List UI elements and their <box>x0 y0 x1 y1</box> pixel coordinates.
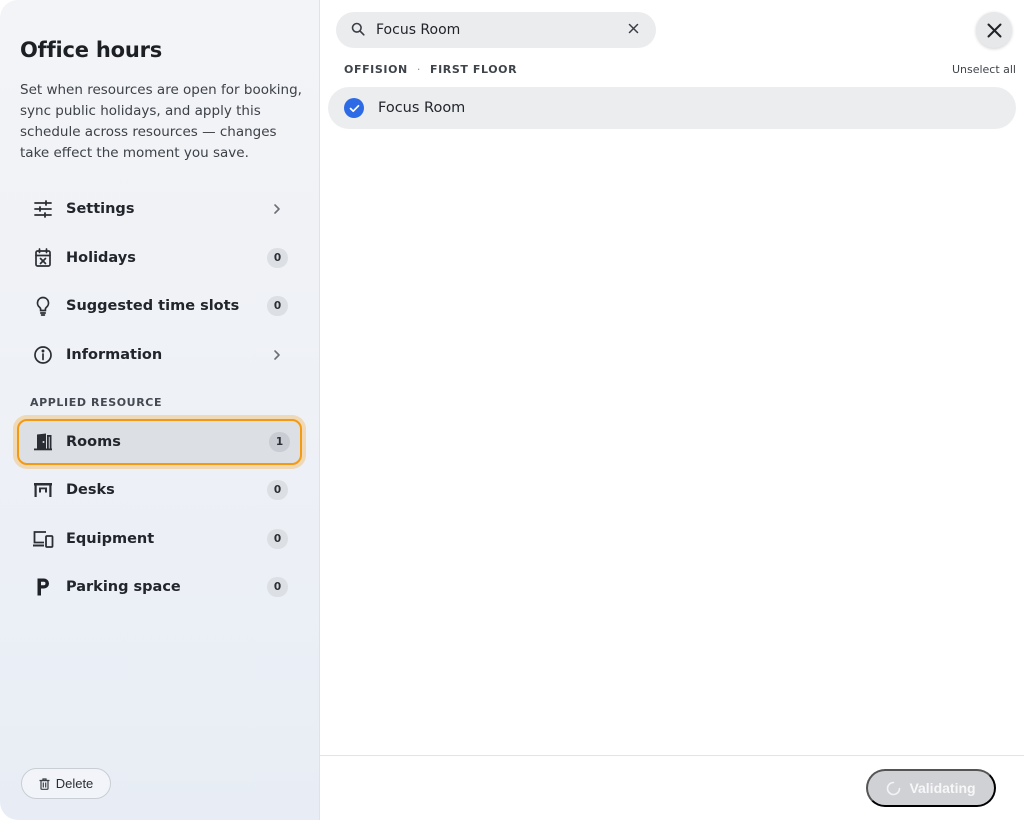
resource-picker-panel: OFFISION · FIRST FLOOR Unselect all Focu… <box>320 0 1024 820</box>
lightbulb-icon <box>30 294 56 318</box>
list-item-label: Focus Room <box>378 100 466 116</box>
count-badge: 0 <box>267 480 288 500</box>
sidebar-item-equipment[interactable]: Equipment 0 <box>20 519 300 559</box>
sidebar-item-settings[interactable]: Settings <box>20 189 300 229</box>
trash-icon <box>39 777 50 790</box>
search-bar <box>336 12 656 48</box>
sidebar-item-label: Settings <box>66 201 135 217</box>
sliders-icon <box>30 197 56 221</box>
count-badge: 0 <box>267 296 288 316</box>
page-title: Office hours <box>20 38 163 62</box>
footer-bar: Validating <box>320 755 1024 820</box>
desk-icon <box>30 478 56 502</box>
sidebar-item-suggested-time-slots[interactable]: Suggested time slots 0 <box>20 286 300 326</box>
search-input[interactable] <box>376 22 616 38</box>
delete-button[interactable]: Delete <box>21 768 111 799</box>
door-icon <box>30 430 56 454</box>
sidebar-item-label: Information <box>66 347 163 363</box>
sidebar-item-rooms[interactable]: Rooms 1 <box>17 419 302 465</box>
sidebar-item-label: Suggested time slots <box>66 298 240 314</box>
search-icon <box>351 22 367 38</box>
count-badge: 1 <box>269 432 290 452</box>
sidebar-item-parking-space[interactable]: Parking space 0 <box>20 567 300 607</box>
sidebar-item-holidays[interactable]: Holidays 0 <box>20 238 300 278</box>
page-description: Set when resources are open for booking,… <box>20 82 302 161</box>
checkbox-checked-icon[interactable] <box>344 98 364 118</box>
parking-icon <box>30 575 56 599</box>
office-hours-dialog: Office hours Set when resources are open… <box>0 0 1024 820</box>
sidebar-item-label: Desks <box>66 482 115 498</box>
delete-label: Delete <box>55 776 94 791</box>
breadcrumb-building: OFFISION <box>344 63 408 76</box>
sidebar-item-label: Rooms <box>66 434 121 450</box>
sidebar-item-label: Equipment <box>66 531 155 547</box>
count-badge: 0 <box>267 529 288 549</box>
sidebar: Office hours Set when resources are open… <box>0 0 320 820</box>
validate-button[interactable]: Validating <box>866 769 996 807</box>
devices-icon <box>30 527 56 551</box>
clear-search-icon[interactable] <box>628 23 642 37</box>
info-icon <box>30 343 56 367</box>
close-button[interactable] <box>976 12 1012 48</box>
list-item[interactable]: Focus Room <box>328 87 1016 129</box>
close-icon <box>987 23 1002 38</box>
count-badge: 0 <box>267 248 288 268</box>
sidebar-item-desks[interactable]: Desks 0 <box>20 470 300 510</box>
unselect-all-link[interactable]: Unselect all <box>952 63 1016 76</box>
breadcrumb-separator: · <box>416 63 421 76</box>
sidebar-item-label: Parking space <box>66 579 181 595</box>
breadcrumb-floor: FIRST FLOOR <box>429 63 518 76</box>
count-badge: 0 <box>267 577 288 597</box>
breadcrumb: OFFISION · FIRST FLOOR <box>344 63 517 76</box>
sidebar-item-information[interactable]: Information <box>20 335 300 375</box>
calendar-x-icon <box>30 246 56 270</box>
applied-resource-heading: APPLIED RESOURCE <box>30 396 163 409</box>
sidebar-item-label: Holidays <box>66 250 136 266</box>
chevron-right-icon <box>268 346 286 364</box>
validate-label: Validating <box>909 780 976 796</box>
spinner-icon <box>886 781 901 796</box>
chevron-right-icon <box>268 200 286 218</box>
